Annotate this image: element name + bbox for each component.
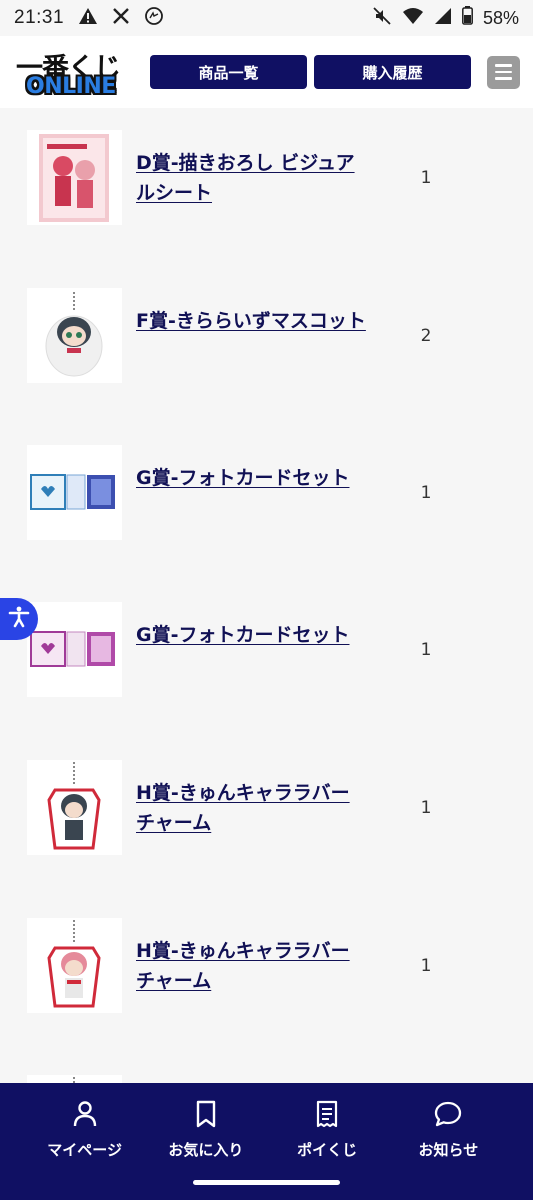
battery-icon (462, 6, 473, 30)
nav-news[interactable]: お知らせ (398, 1099, 498, 1200)
list-item: D賞-描きおろし ビジュアルシート 1 (0, 130, 533, 230)
prize-name-link[interactable]: G賞-フォトカードセット (136, 620, 366, 650)
prize-name-link[interactable]: G賞-フォトカードセット (136, 463, 366, 493)
hamburger-menu-button[interactable] (487, 55, 520, 89)
product-thumbnail[interactable] (27, 288, 122, 383)
menu-icon-bar (495, 70, 512, 74)
battery-percent: 58% (482, 7, 519, 28)
x-app-icon (112, 7, 130, 30)
prize-quantity: 1 (420, 956, 432, 976)
purchase-history-button[interactable]: 購入履歴 (314, 55, 471, 89)
status-time: 21:31 (14, 7, 65, 28)
warning-icon (78, 7, 98, 30)
prize-name-link[interactable]: F賞-きららいずマスコット (136, 306, 366, 336)
prize-quantity: 1 (420, 483, 432, 503)
menu-icon-bar (495, 77, 512, 80)
list-item: G賞-フォトカードセット 1 (0, 602, 533, 702)
nav-label: ポイくじ (297, 1141, 358, 1159)
product-thumbnail[interactable] (27, 602, 122, 697)
prize-quantity: 2 (420, 326, 432, 346)
prize-quantity: 1 (420, 168, 432, 188)
prize-quantity: 1 (420, 798, 432, 818)
app-notification-icon (144, 6, 164, 31)
person-icon (70, 1099, 100, 1133)
product-thumbnail[interactable] (27, 445, 122, 540)
nav-label: マイページ (47, 1141, 122, 1159)
mute-icon (372, 6, 392, 31)
list-item: F賞-きららいずマスコット 2 (0, 288, 533, 388)
prize-quantity: 1 (420, 640, 432, 660)
ichiban-kuji-logo[interactable]: 一番くじ ONLINE (12, 44, 134, 100)
prize-name-link[interactable]: D賞-描きおろし ビジュアルシート (136, 148, 366, 208)
accessibility-icon (7, 605, 31, 633)
products-button[interactable]: 商品一覧 (150, 55, 307, 89)
logo-text-bottom: ONLINE (26, 74, 116, 99)
chat-bubble-icon (433, 1099, 463, 1133)
list-item: H賞-きゅんキャララバーチャーム 1 (0, 760, 533, 860)
nav-label: お知らせ (418, 1141, 479, 1159)
list-item: H賞-きゅんキャララバーチャーム 1 (0, 918, 533, 1018)
product-thumbnail[interactable] (27, 918, 122, 1013)
signal-icon (434, 7, 452, 30)
home-gesture-bar[interactable] (193, 1180, 340, 1185)
menu-icon-bar (495, 64, 512, 67)
status-bar: 21:31 58% (0, 0, 533, 36)
prize-name-link[interactable]: H賞-きゅんキャララバーチャーム (136, 778, 366, 838)
site-header: 一番くじ ONLINE 商品一覧 購入履歴 (0, 36, 533, 108)
nav-label: お気に入り (168, 1141, 244, 1159)
nav-mypage[interactable]: マイページ (35, 1099, 135, 1200)
bookmark-icon (191, 1099, 221, 1133)
prize-name-link[interactable]: H賞-きゅんキャララバーチャーム (136, 936, 366, 996)
receipt-icon (312, 1099, 342, 1133)
list-item: G賞-フォトカードセット 1 (0, 445, 533, 545)
product-thumbnail[interactable] (27, 760, 122, 855)
product-thumbnail[interactable] (27, 130, 122, 225)
wifi-icon (402, 7, 424, 30)
